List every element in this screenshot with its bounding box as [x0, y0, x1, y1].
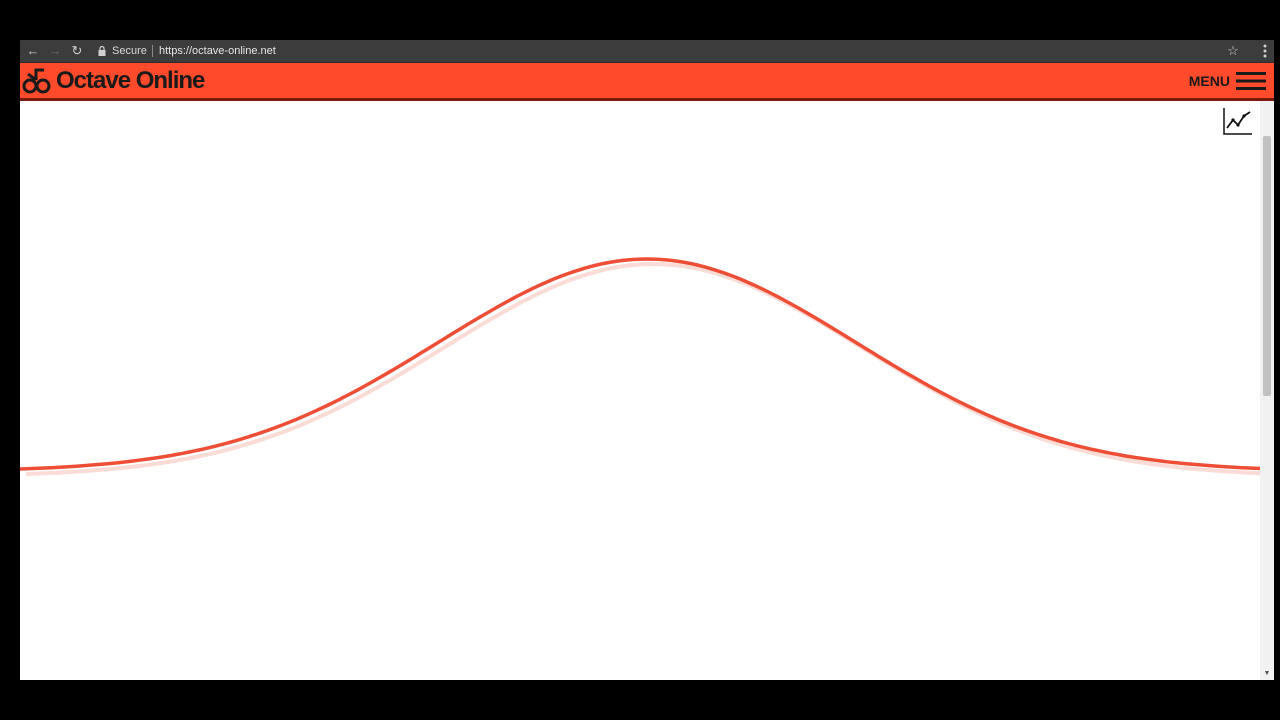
- browser-toolbar: ← → ↻ Secure https://octave-online.net ☆: [20, 40, 1274, 63]
- reload-icon[interactable]: ↻: [68, 42, 86, 60]
- plot-area: [20, 101, 1274, 680]
- scrollbar-thumb[interactable]: [1263, 136, 1271, 396]
- scroll-down-arrow-icon[interactable]: ▼: [1263, 670, 1271, 678]
- menu-label: MENU: [1188, 73, 1230, 89]
- menu-button[interactable]: MENU: [1189, 68, 1266, 94]
- url-text[interactable]: https://octave-online.net: [159, 42, 276, 60]
- plot-canvas: [20, 257, 1274, 476]
- omnibox-divider: [152, 45, 153, 57]
- secure-label: Secure: [112, 45, 147, 57]
- octave-logo-icon: [22, 68, 51, 94]
- app-logo-text[interactable]: Octave Online: [56, 66, 205, 96]
- hamburger-icon: [1236, 72, 1266, 90]
- address-bar[interactable]: Secure https://octave-online.net: [96, 42, 1236, 60]
- forward-arrow-icon[interactable]: →: [46, 42, 64, 60]
- vertical-dots-icon[interactable]: [1258, 42, 1272, 60]
- back-arrow-icon[interactable]: ←: [24, 42, 42, 60]
- lock-icon: [98, 46, 106, 56]
- series-line: [20, 257, 1274, 471]
- app-header: Octave Online MENU: [20, 63, 1274, 101]
- series-line-shadow: [25, 261, 1274, 476]
- plot-window-icon[interactable]: [1222, 106, 1254, 136]
- scrollbar[interactable]: ▼: [1260, 101, 1274, 680]
- browser-window: ← → ↻ Secure https://octave-online.net ☆…: [20, 40, 1274, 680]
- star-icon[interactable]: ☆: [1224, 42, 1242, 60]
